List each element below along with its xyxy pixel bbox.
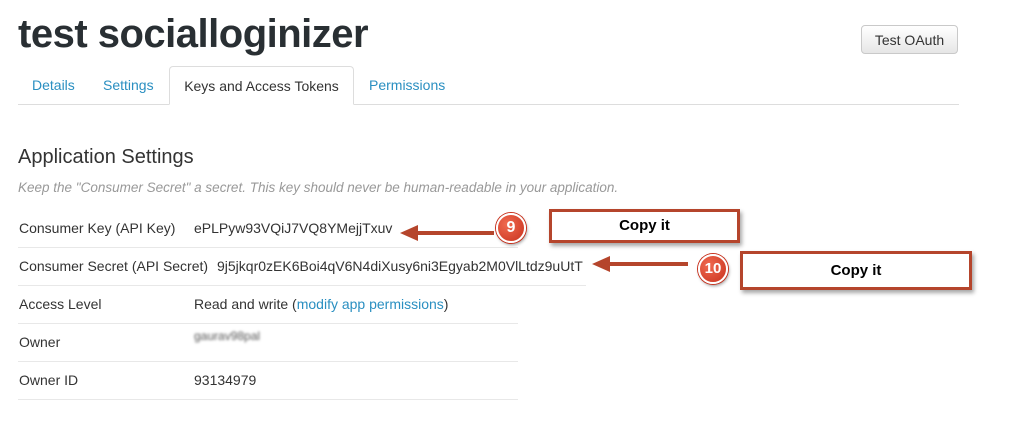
consumer-secret-value: 9j5jkqr0zEK6Boi4qV6N4diXusy6ni3Egyab2M0V… [217, 258, 583, 274]
owner-id-row: Owner ID 93134979 [18, 361, 518, 400]
owner-id-label: Owner ID [19, 372, 79, 388]
owner-value: gaurav98pal [194, 329, 261, 343]
access-level-row: Access Level Read and write (modify app … [18, 285, 518, 324]
tab-settings[interactable]: Settings [103, 66, 154, 104]
access-level-label: Access Level [19, 296, 102, 312]
consumer-secret-label: Consumer Secret (API Secret) [19, 258, 209, 274]
tab-details[interactable]: Details [32, 66, 75, 104]
section-title: Application Settings [18, 146, 194, 168]
owner-label: Owner [19, 334, 61, 350]
copy-it-callout-2: Copy it [740, 251, 972, 290]
owner-row: Owner gaurav98pal [18, 323, 518, 362]
test-oauth-button[interactable]: Test OAuth [861, 25, 958, 54]
tab-keys-and-access-tokens[interactable]: Keys and Access Tokens [169, 66, 354, 105]
annotation-arrow-10 [592, 256, 688, 272]
consumer-key-label: Consumer Key (API Key) [19, 220, 176, 236]
page-title: test socialloginizer [18, 12, 369, 56]
owner-id-value: 93134979 [194, 372, 257, 388]
access-level-suffix: ) [443, 296, 449, 312]
tab-permissions[interactable]: Permissions [369, 66, 445, 104]
annotation-arrow-9 [400, 225, 494, 241]
modify-app-permissions-link[interactable]: modify app permissions [297, 296, 444, 312]
tab-bar: Details Settings Keys and Access Tokens … [18, 66, 959, 105]
access-level-text: Read and write ( [194, 296, 297, 312]
step-badge-9: 9 [496, 213, 526, 243]
consumer-key-value: ePLPyw93VQiJ7VQ8YMejjTxuv [194, 220, 393, 236]
copy-it-callout-1: Copy it [549, 209, 740, 243]
consumer-secret-row: Consumer Secret (API Secret) 9j5jkqr0zEK… [18, 247, 586, 286]
section-hint: Keep the "Consumer Secret" a secret. Thi… [18, 180, 619, 195]
step-badge-10: 10 [698, 254, 728, 284]
